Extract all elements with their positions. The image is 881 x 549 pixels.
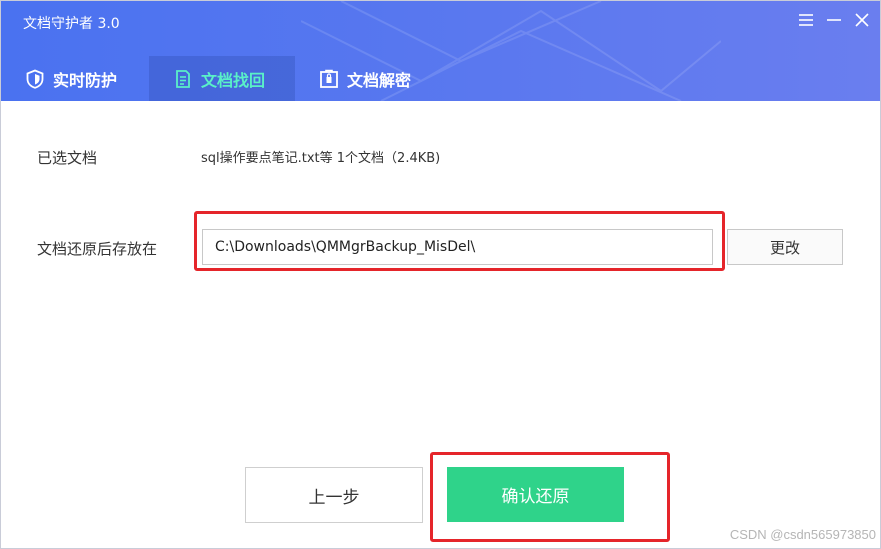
lock-folder-icon xyxy=(319,69,339,89)
save-path-input[interactable]: C:\Downloads\QMMgrBackup_MisDel\ xyxy=(202,229,713,265)
confirm-restore-button[interactable]: 确认还原 xyxy=(447,467,624,522)
watermark-text: CSDN @csdn565973850 xyxy=(729,527,876,542)
tab-document-decrypt[interactable]: 文档解密 xyxy=(319,56,411,101)
header-bar: 文档守护者 3.0 实时防护 文档找回 文档解密 xyxy=(1,1,880,101)
selected-documents-label: 已选文档 xyxy=(37,149,98,167)
hamburger-icon xyxy=(799,14,813,26)
document-recover-icon xyxy=(173,69,193,89)
save-location-label: 文档还原后存放在 xyxy=(37,240,158,258)
tab-label: 文档找回 xyxy=(201,70,266,90)
tab-bar: 实时防护 文档找回 文档解密 xyxy=(1,56,880,101)
tab-document-recover[interactable]: 文档找回 xyxy=(149,56,295,101)
tab-label: 文档解密 xyxy=(347,70,412,90)
tab-label: 实时防护 xyxy=(53,70,118,90)
shield-icon xyxy=(25,69,45,89)
minimize-button[interactable] xyxy=(823,9,845,31)
previous-step-button[interactable]: 上一步 xyxy=(245,467,423,523)
close-icon xyxy=(855,13,869,27)
menu-button[interactable] xyxy=(795,9,817,31)
tab-realtime-protection[interactable]: 实时防护 xyxy=(25,56,117,101)
change-path-button[interactable]: 更改 xyxy=(727,229,843,265)
close-button[interactable] xyxy=(851,9,873,31)
minimize-icon xyxy=(827,19,841,21)
window-title: 文档守护者 3.0 xyxy=(23,16,120,32)
app-window: 文档守护者 3.0 实时防护 文档找回 文档解密 已选文档 sql操作要点笔记.… xyxy=(0,0,881,549)
selected-documents-value: sql操作要点笔记.txt等 1个文档（2.4KB) xyxy=(201,151,441,166)
